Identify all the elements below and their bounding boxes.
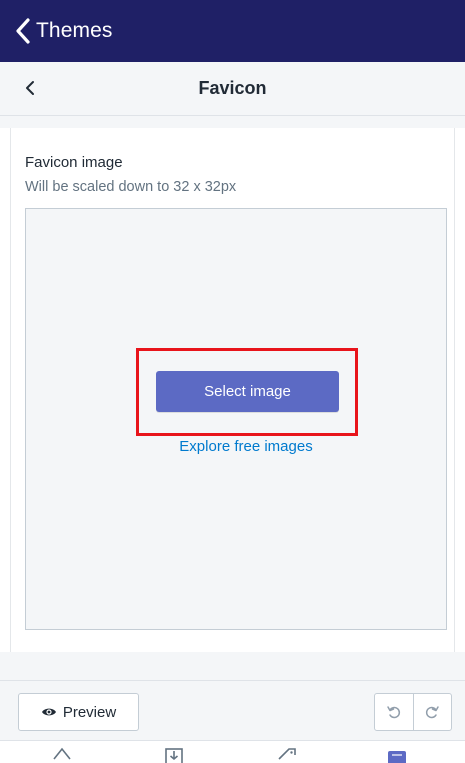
back-chevron-icon[interactable] [14,18,32,44]
store-icon[interactable] [385,745,409,763]
section-header: Favicon [0,62,465,116]
undo-icon [387,706,400,719]
products-icon[interactable] [275,745,299,763]
image-drop-zone[interactable]: Select image Explore free images [25,208,447,630]
explore-free-images-link[interactable]: Explore free images [26,438,465,455]
bottom-tab-bar [0,740,465,763]
favicon-help-text: Will be scaled down to 32 x 32px [25,179,237,195]
eye-icon [41,708,56,716]
section-title: Favicon [198,78,267,98]
back-arrow-icon[interactable] [24,78,36,98]
top-navigation-bar: Themes [0,0,465,62]
favicon-image-label: Favicon image [25,154,123,171]
spacer [0,116,465,128]
preview-button[interactable]: Preview [18,693,139,731]
back-to-themes-link[interactable]: Themes [36,19,112,43]
undo-redo-group [374,693,452,731]
home-icon[interactable] [50,745,74,763]
redo-icon [426,706,439,719]
orders-icon[interactable] [162,745,186,763]
select-image-button[interactable]: Select image [156,371,339,412]
preview-label: Preview [62,703,117,721]
spacer [0,652,465,680]
redo-button[interactable] [412,694,452,730]
undo-button[interactable] [375,694,413,730]
favicon-settings-panel: Favicon image Will be scaled down to 32 … [10,128,455,652]
